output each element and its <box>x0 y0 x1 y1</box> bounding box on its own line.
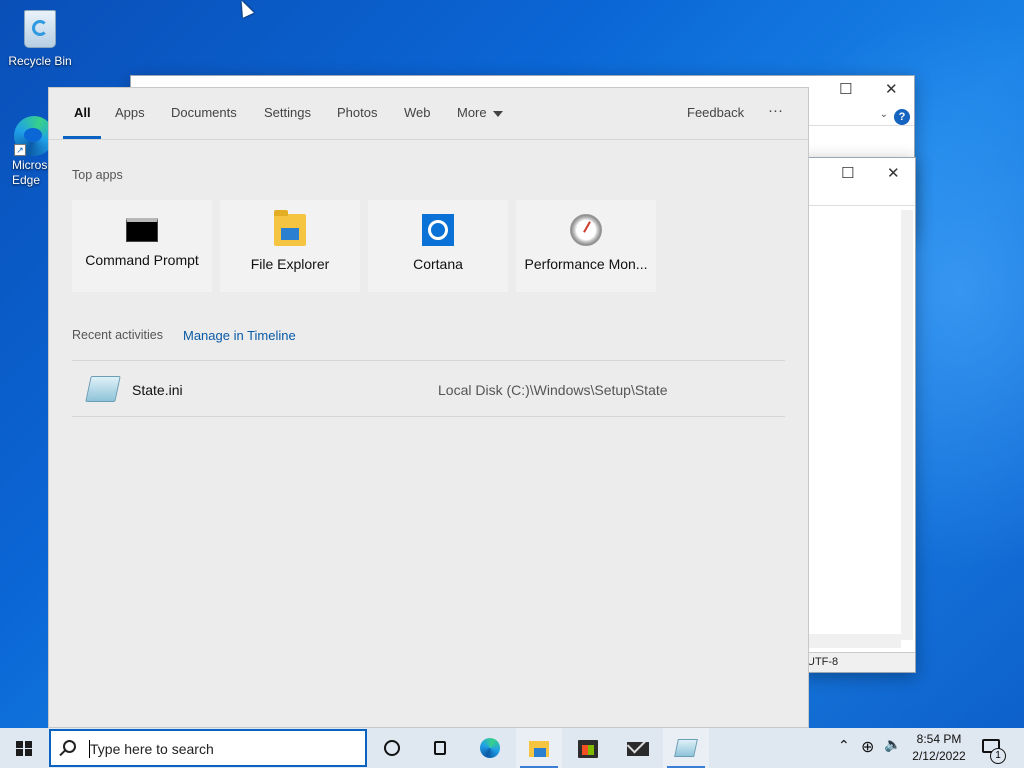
close-icon[interactable]: ✕ <box>887 164 900 182</box>
windows-logo-icon <box>16 741 32 756</box>
app-name: File Explorer <box>250 256 330 272</box>
app-tile-cortana[interactable]: Cortana <box>368 200 508 292</box>
manage-timeline-link[interactable]: Manage in Timeline <box>183 328 296 343</box>
app-name: Cortana <box>413 256 463 272</box>
app-tile-command-prompt[interactable]: Command Prompt <box>72 200 212 292</box>
recent-item-path: Local Disk (C:)\Windows\Setup\State <box>438 382 668 398</box>
horizontal-scrollbar[interactable] <box>809 634 901 648</box>
taskbar-store-button[interactable] <box>565 728 611 768</box>
taskbar-task-view-button[interactable] <box>417 728 463 768</box>
taskbar-file-explorer-button[interactable] <box>516 728 562 768</box>
divider <box>72 416 785 417</box>
search-icon <box>63 740 76 753</box>
start-button[interactable] <box>0 728 48 768</box>
recycle-bin-icon <box>20 6 60 50</box>
recent-item-state-ini[interactable]: State.ini Local Disk (C:)\Windows\Setup\… <box>72 361 785 417</box>
shortcut-arrow-icon: ↗ <box>14 144 26 156</box>
search-placeholder: Type here to search <box>90 741 214 757</box>
tab-more[interactable]: More <box>457 105 503 120</box>
mouse-cursor-icon <box>236 0 254 18</box>
app-tile-performance-monitor[interactable]: Performance Mon... <box>516 200 656 292</box>
taskbar-mail-button[interactable] <box>614 728 660 768</box>
maximize-icon[interactable]: ☐ <box>841 164 854 182</box>
tab-all[interactable]: All <box>74 105 91 120</box>
file-explorer-icon <box>529 741 549 757</box>
network-icon[interactable]: ⊕ <box>861 737 874 756</box>
app-name: Command Prompt <box>85 252 199 268</box>
cortana-icon <box>384 740 400 756</box>
top-apps-heading: Top apps <box>72 168 123 182</box>
file-explorer-icon <box>274 210 306 246</box>
taskbar-edge-button[interactable] <box>467 728 513 768</box>
maximize-icon[interactable]: ☐ <box>839 80 852 98</box>
taskbar-cortana-button[interactable] <box>369 728 415 768</box>
tab-photos[interactable]: Photos <box>337 105 377 120</box>
caret-down-icon <box>492 110 503 117</box>
encoding-status: UTF-8 <box>801 652 915 672</box>
volume-icon[interactable]: 🔈 <box>884 737 901 753</box>
mail-icon <box>627 742 649 756</box>
tab-web[interactable]: Web <box>404 105 431 120</box>
notification-count-badge: 1 <box>990 748 1006 764</box>
ribbon-expand-icon[interactable]: ⌄ <box>880 109 888 120</box>
show-hidden-icons-chevron-icon[interactable]: ⌃ <box>838 738 850 754</box>
taskbar-notepad-button[interactable] <box>663 728 709 768</box>
app-name: Performance Mon... <box>524 256 648 272</box>
edge-icon <box>480 738 500 758</box>
store-icon <box>578 740 598 758</box>
tab-more-label: More <box>457 105 487 120</box>
cortana-icon <box>422 214 454 246</box>
command-prompt-icon <box>126 218 158 242</box>
recent-activities-heading: Recent activities <box>72 328 164 342</box>
tab-apps[interactable]: Apps <box>115 105 145 120</box>
tab-settings[interactable]: Settings <box>264 105 311 120</box>
vertical-scrollbar[interactable] <box>901 210 913 640</box>
tab-documents[interactable]: Documents <box>171 105 237 120</box>
taskbar: Type here to search ⌃ ⊕ 🔈 8:54 PM 2/12/2… <box>0 728 1024 768</box>
performance-monitor-icon <box>570 214 602 246</box>
active-tab-indicator <box>63 136 101 139</box>
help-icon[interactable]: ? <box>894 109 910 125</box>
clock-time: 8:54 PM <box>916 732 962 746</box>
clock-date: 2/12/2022 <box>912 749 966 763</box>
feedback-button[interactable]: Feedback <box>687 105 744 120</box>
notepad-icon <box>674 739 698 757</box>
notepad-titlebar[interactable]: ☐ ✕ <box>801 158 915 206</box>
search-tabs: All Apps Documents Settings Photos Web M… <box>49 88 808 140</box>
notepad-window[interactable]: ☐ ✕ UTF-8 <box>800 157 916 673</box>
task-view-icon <box>434 741 446 755</box>
recent-item-name: State.ini <box>132 382 183 398</box>
recycle-bin-desktop-icon[interactable]: Recycle Bin <box>2 6 78 68</box>
ini-file-icon <box>85 376 121 402</box>
search-flyout: All Apps Documents Settings Photos Web M… <box>48 87 809 728</box>
app-tile-file-explorer[interactable]: File Explorer <box>220 200 360 292</box>
more-options-icon[interactable]: ··· <box>768 102 783 119</box>
clock[interactable]: 8:54 PM 2/12/2022 <box>908 731 970 765</box>
recycle-bin-label: Recycle Bin <box>8 54 72 68</box>
taskbar-search-box[interactable]: Type here to search <box>49 729 367 767</box>
close-icon[interactable]: ✕ <box>885 80 898 98</box>
